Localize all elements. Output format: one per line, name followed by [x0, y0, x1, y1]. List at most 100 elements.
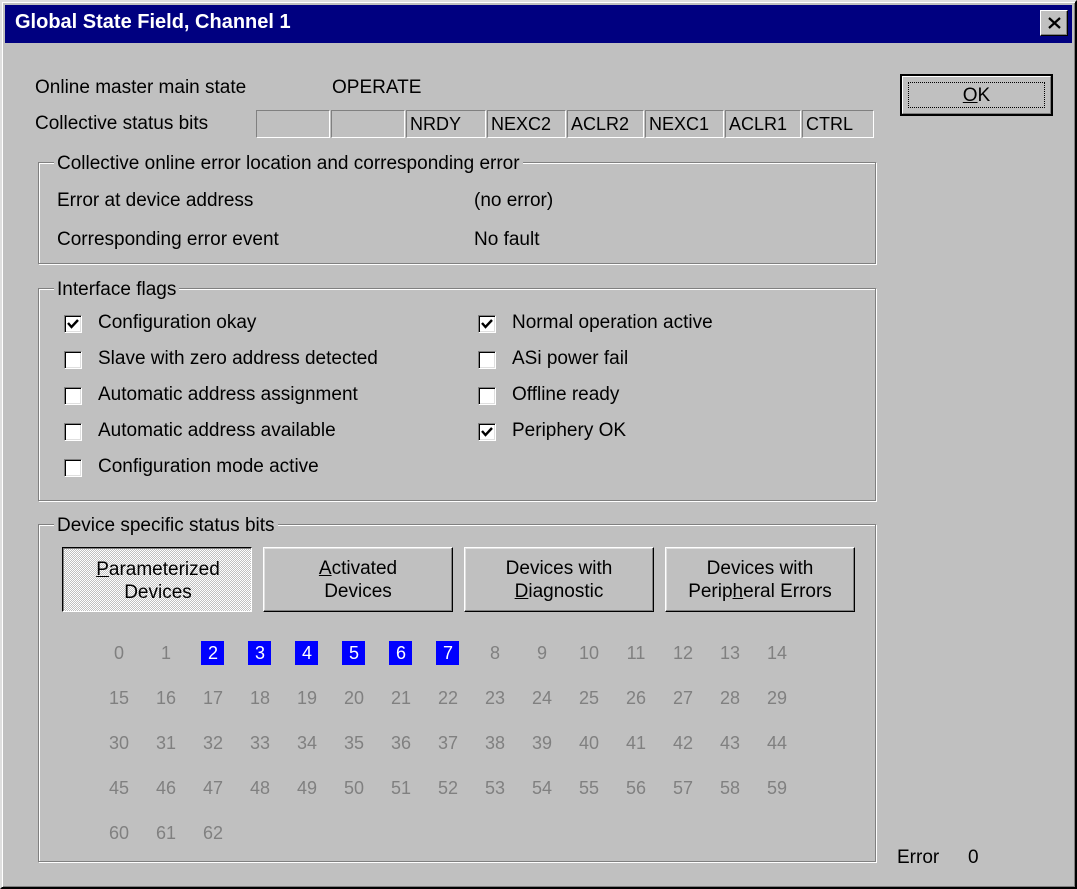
- device-address: 59: [766, 778, 788, 798]
- device-address-active: 5: [339, 640, 369, 666]
- close-x-icon: [1048, 17, 1061, 29]
- device-address: 49: [296, 778, 318, 798]
- flag-label: Automatic address assignment: [98, 384, 358, 405]
- device-address: 52: [437, 778, 459, 798]
- status-bit-field: NRDY: [406, 110, 486, 138]
- button-label-line1: Devices with: [706, 557, 814, 579]
- status-bit-field: CTRL: [802, 110, 874, 138]
- status-bit-field: ACLR1: [725, 110, 801, 138]
- device-address: 14: [766, 643, 788, 663]
- error-group-legend: Collective online error location and cor…: [54, 153, 523, 175]
- flag-checkbox[interactable]: Offline ready: [478, 384, 858, 408]
- flag-checkbox[interactable]: Periphery OK: [478, 420, 858, 444]
- device-address: 28: [719, 688, 741, 708]
- device-address: 45: [108, 778, 130, 798]
- device-address: 53: [484, 778, 506, 798]
- error-event-value: No fault: [474, 229, 540, 250]
- device-address: 47: [202, 778, 224, 798]
- checkbox-unchecked[interactable]: [64, 423, 82, 441]
- checkbox-unchecked[interactable]: [64, 351, 82, 369]
- device-address: 60: [108, 823, 130, 843]
- checkbox-unchecked[interactable]: [64, 459, 82, 477]
- flag-checkbox[interactable]: Slave with zero address detected: [64, 348, 444, 372]
- device-address: 50: [343, 778, 365, 798]
- flag-label: Periphery OK: [512, 420, 627, 441]
- checkmark-icon: [67, 319, 79, 329]
- device-address: 16: [155, 688, 177, 708]
- device-address: 1: [160, 643, 171, 663]
- status-bits-label: Collective status bits: [35, 113, 209, 134]
- device-bits-legend: Device specific status bits: [54, 515, 278, 537]
- flag-checkbox[interactable]: Configuration mode active: [64, 456, 444, 480]
- button-label-line1: Parameterized: [96, 558, 220, 580]
- checkbox-checked[interactable]: [478, 423, 496, 441]
- error-event-label: Corresponding error event: [57, 229, 279, 250]
- checkbox-unchecked[interactable]: [478, 351, 496, 369]
- device-address: 33: [249, 733, 271, 753]
- device-address: 23: [484, 688, 506, 708]
- device-address: 32: [202, 733, 224, 753]
- checkbox-checked[interactable]: [64, 315, 82, 333]
- checkmark-icon: [481, 319, 493, 329]
- device-address: 35: [343, 733, 365, 753]
- flag-checkbox[interactable]: Automatic address assignment: [64, 384, 444, 408]
- flag-checkbox[interactable]: Configuration okay: [64, 312, 444, 336]
- device-address: 27: [672, 688, 694, 708]
- flag-label: Configuration okay: [98, 312, 257, 333]
- device-view-button[interactable]: Devices with Peripheral Errors: [665, 547, 855, 612]
- device-address-active: 6: [386, 640, 416, 666]
- device-address: 54: [531, 778, 553, 798]
- flag-checkbox[interactable]: Automatic address available: [64, 420, 444, 444]
- flag-label: Configuration mode active: [98, 456, 319, 477]
- device-address: 12: [672, 643, 694, 663]
- ok-button[interactable]: OK: [900, 74, 1053, 116]
- device-address: 13: [719, 643, 741, 663]
- device-address-active: 4: [292, 640, 322, 666]
- device-address: 41: [625, 733, 647, 753]
- device-view-button[interactable]: Devices with Diagnostic: [464, 547, 654, 612]
- checkbox-checked[interactable]: [478, 315, 496, 333]
- checkbox-unchecked[interactable]: [478, 387, 496, 405]
- title-bar[interactable]: Global State Field, Channel 1: [5, 5, 1072, 43]
- master-state-value: OPERATE: [332, 77, 422, 98]
- device-address: 38: [484, 733, 506, 753]
- device-address: 31: [155, 733, 177, 753]
- device-address: 0: [113, 643, 124, 663]
- button-label-line2: Peripheral Errors: [688, 580, 832, 602]
- device-address: 43: [719, 733, 741, 753]
- device-address: 61: [155, 823, 177, 843]
- device-address-active: 3: [245, 640, 275, 666]
- device-view-button[interactable]: Parameterized Devices: [62, 547, 252, 612]
- device-address: 44: [766, 733, 788, 753]
- button-label-line2: Diagnostic: [514, 580, 604, 602]
- device-address: 29: [766, 688, 788, 708]
- flag-label: ASi power fail: [512, 348, 629, 369]
- device-address: 46: [155, 778, 177, 798]
- device-address: 9: [536, 643, 547, 663]
- device-address: 21: [390, 688, 412, 708]
- device-address: 56: [625, 778, 647, 798]
- close-button[interactable]: [1040, 10, 1068, 36]
- error-status-label: Error: [897, 847, 940, 868]
- ok-button-label: OK: [908, 82, 1045, 108]
- status-bit-field: [256, 110, 330, 138]
- button-label-line1: Activated: [318, 557, 398, 579]
- checkmark-icon: [481, 427, 493, 437]
- flag-label: Slave with zero address detected: [98, 348, 378, 369]
- checkbox-unchecked[interactable]: [64, 387, 82, 405]
- device-address: 11: [626, 643, 646, 663]
- device-address: 40: [578, 733, 600, 753]
- status-bit-field: NEXC1: [645, 110, 724, 138]
- button-label-line2: Devices: [324, 580, 392, 602]
- interface-flags-legend: Interface flags: [54, 279, 180, 301]
- error-address-label: Error at device address: [57, 190, 254, 211]
- device-address: 19: [296, 688, 318, 708]
- flag-checkbox[interactable]: ASi power fail: [478, 348, 858, 372]
- device-address: 30: [108, 733, 130, 753]
- status-bit-field: [331, 110, 405, 138]
- flag-checkbox[interactable]: Normal operation active: [478, 312, 858, 336]
- device-view-button[interactable]: Activated Devices: [263, 547, 453, 612]
- status-bit-field: ACLR2: [567, 110, 644, 138]
- device-address: 24: [531, 688, 553, 708]
- button-label-line1: Devices with: [505, 557, 613, 579]
